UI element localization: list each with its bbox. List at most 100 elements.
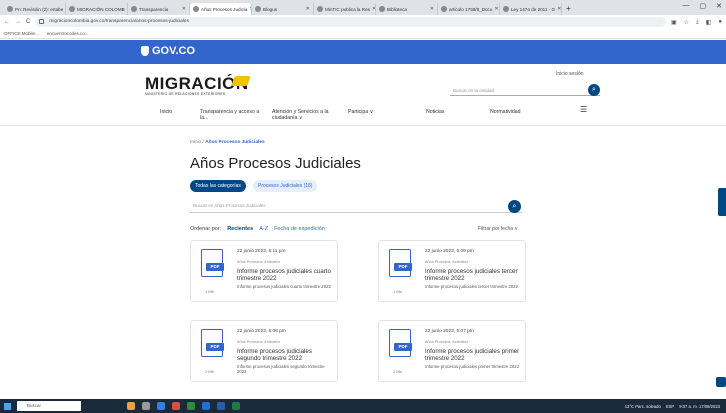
chrome-icon[interactable]	[172, 402, 180, 410]
favicon-icon	[7, 6, 13, 12]
close-icon[interactable]: ✕	[306, 6, 310, 12]
card-title[interactable]: Informe procesos judiciales tercer trime…	[425, 268, 520, 282]
pdf-badge: PDF	[206, 343, 224, 351]
card-date: 22 junio 2023, 5:09 pm	[425, 249, 474, 254]
sort-az[interactable]: A-Z	[259, 226, 268, 232]
site-search-input[interactable]: Buscar en la entidad	[450, 86, 600, 96]
nav-item-normatividad[interactable]: Normatividad	[490, 109, 521, 115]
browser-tab[interactable]: Biblioteca ✕	[376, 3, 438, 15]
browser-tab[interactable]: MIGRACIÓN COLOMB✕	[66, 3, 128, 15]
browser-tab[interactable]: MinTIC publica la Res ✕	[314, 3, 376, 15]
browser-tab[interactable]: Pn: Revisión (2): ertabe✕	[4, 3, 66, 15]
taskbar-search[interactable]: Buscar	[17, 401, 81, 411]
minimize-icon[interactable]: —	[683, 2, 690, 10]
card-description: Informe procesos judiciales primer trime…	[425, 364, 520, 369]
weather-status[interactable]: 13°C Parc. soleado	[625, 404, 661, 409]
nav-item-inicio[interactable]: Inicio	[160, 109, 172, 115]
address-bar: ← → C migracioncolombia.gov.co/transpare…	[0, 15, 726, 29]
download-icon[interactable]: ⤓	[696, 19, 699, 26]
back-icon[interactable]: ←	[4, 19, 10, 25]
filter-by-date[interactable]: Filtrar por fecha ∨	[478, 226, 518, 232]
page-search-input[interactable]: Buscar en Años Procesos Judiciales	[190, 199, 522, 213]
login-link[interactable]: Inicio sesión	[556, 71, 584, 77]
reload-icon[interactable]: C	[26, 19, 30, 25]
accessibility-widget[interactable]	[718, 188, 726, 216]
search-icon[interactable]: ⌕	[508, 200, 521, 213]
card-category: Años Procesos Judiciales	[425, 340, 469, 344]
sort-date[interactable]: Fecha de expedición	[274, 226, 325, 232]
favicon-icon	[379, 6, 385, 12]
clock[interactable]: 9:07 a. m. 17/08/2023	[679, 404, 720, 409]
nav-item-transparencia[interactable]: Transparencia y acceso a la...	[200, 109, 260, 121]
browser-toolbar-icons: ▣ ☆ ⤓ ◧ ●	[671, 19, 722, 26]
close-icon[interactable]: ✕	[494, 6, 498, 12]
sort-recent[interactable]: Recientes	[227, 226, 253, 232]
card-date: 22 junio 2023, 5:11 pm	[237, 249, 286, 254]
site-header: MIGRACIÓN MINISTERIO DE RELACIONES EXTER…	[0, 64, 726, 104]
profile-icon[interactable]: ●	[718, 19, 722, 26]
windows-start-icon[interactable]	[0, 399, 14, 413]
document-card[interactable]: PDF 1 Mb 22 junio 2023, 5:11 pm Años Pro…	[190, 240, 338, 302]
page-title: Años Procesos Judiciales	[190, 155, 361, 172]
close-icon[interactable]: ✕	[182, 6, 186, 12]
breadcrumb: Inicio / Años Procesos Judiciales	[190, 140, 265, 145]
browser-tab[interactable]: articulo 1758/8_Docu ✕	[438, 3, 500, 15]
language-indicator[interactable]: ESP	[666, 404, 674, 409]
url-input[interactable]: migracioncolombia.gov.co/transparencia/a…	[35, 17, 666, 27]
close-icon[interactable]: ✕	[557, 6, 561, 12]
nav-item-atencion[interactable]: Atención y Servicios a la ciudadanía ∨	[272, 109, 338, 121]
file-size: 2 Mb	[205, 369, 214, 374]
search-icon[interactable]: ⌕	[588, 84, 600, 96]
nav-item-noticias[interactable]: Noticias	[426, 109, 444, 115]
bookmark-item[interactable]: OFFICE Mobile...	[4, 31, 39, 36]
sidebar-icon[interactable]: ◧	[706, 19, 712, 26]
maximize-icon[interactable]: ▢	[700, 2, 707, 10]
favicon-icon	[255, 6, 261, 12]
app-icon[interactable]	[127, 402, 135, 410]
scroll-top-button[interactable]	[716, 377, 726, 387]
app-icon[interactable]	[202, 402, 210, 410]
card-category: Años Procesos Judiciales	[237, 260, 281, 264]
browser-tab[interactable]: Blogus ✕	[252, 3, 314, 15]
favicon-icon	[69, 6, 75, 12]
pdf-badge: PDF	[394, 263, 412, 271]
card-title[interactable]: Informe procesos judiciales primer trime…	[425, 348, 520, 362]
card-description: Informe procesos judiciales tercer trime…	[425, 284, 518, 289]
close-window-icon[interactable]: ✕	[716, 2, 722, 10]
sort-row: Ordenar por: Recientes A-Z Fecha de expe…	[190, 226, 325, 232]
card-description: Informe procesos judiciales cuarto trime…	[237, 284, 331, 289]
main-nav: Inicio Transparencia y acceso a la... At…	[0, 104, 726, 126]
card-title[interactable]: Informe procesos judiciales cuarto trime…	[237, 268, 332, 282]
extensions-icon[interactable]: ▣	[671, 19, 677, 26]
close-icon[interactable]: ✕	[430, 6, 434, 12]
chip-all-categories[interactable]: Todas las categorías	[190, 180, 246, 192]
document-card[interactable]: PDF 2 Mb 22 junio 2023, 5:08 pm Años Pro…	[190, 320, 338, 382]
document-card[interactable]: PDF 2 Mb 22 junio 2023, 5:07 pm Años Pro…	[378, 320, 526, 382]
file-size: 1 Mb	[393, 289, 402, 294]
card-title[interactable]: Informe procesos judiciales segundo trim…	[237, 348, 332, 362]
gov-logo[interactable]: GOV.CO	[141, 45, 195, 57]
excel-icon[interactable]	[232, 402, 240, 410]
document-card[interactable]: PDF 1 Mb 22 junio 2023, 5:09 pm Años Pro…	[378, 240, 526, 302]
browser-tab[interactable]: Transparencia ✕	[128, 3, 190, 15]
favicon-icon	[441, 6, 447, 12]
edge-icon[interactable]	[157, 402, 165, 410]
star-icon[interactable]: ☆	[684, 19, 689, 26]
menu-icon[interactable]: ☰	[580, 106, 587, 114]
chip-procesos-judiciales[interactable]: Procesos Judiciales (16)	[253, 180, 318, 192]
app-icon[interactable]	[187, 402, 195, 410]
nav-item-participa[interactable]: Participa ∨	[348, 109, 373, 115]
task-view-icon[interactable]	[142, 402, 150, 410]
card-category: Años Procesos Judiciales	[425, 260, 469, 264]
new-tab-button[interactable]: +	[562, 3, 575, 15]
bookmark-item[interactable]: encuentrocodes.co...	[47, 31, 89, 36]
migracion-logo[interactable]: MIGRACIÓN MINISTERIO DE RELACIONES EXTER…	[145, 74, 251, 96]
document-icon: PDF	[389, 249, 412, 277]
favicon-icon	[193, 6, 199, 12]
breadcrumb-home[interactable]: Inicio	[190, 140, 201, 145]
browser-tab[interactable]: Ley 1474 de 2011 - G ✕	[500, 3, 562, 15]
word-icon[interactable]	[217, 402, 225, 410]
forward-icon[interactable]: →	[15, 19, 21, 25]
browser-tab-active[interactable]: Años Procesos Judicia✕	[190, 3, 252, 15]
document-icon: PDF	[201, 249, 224, 277]
